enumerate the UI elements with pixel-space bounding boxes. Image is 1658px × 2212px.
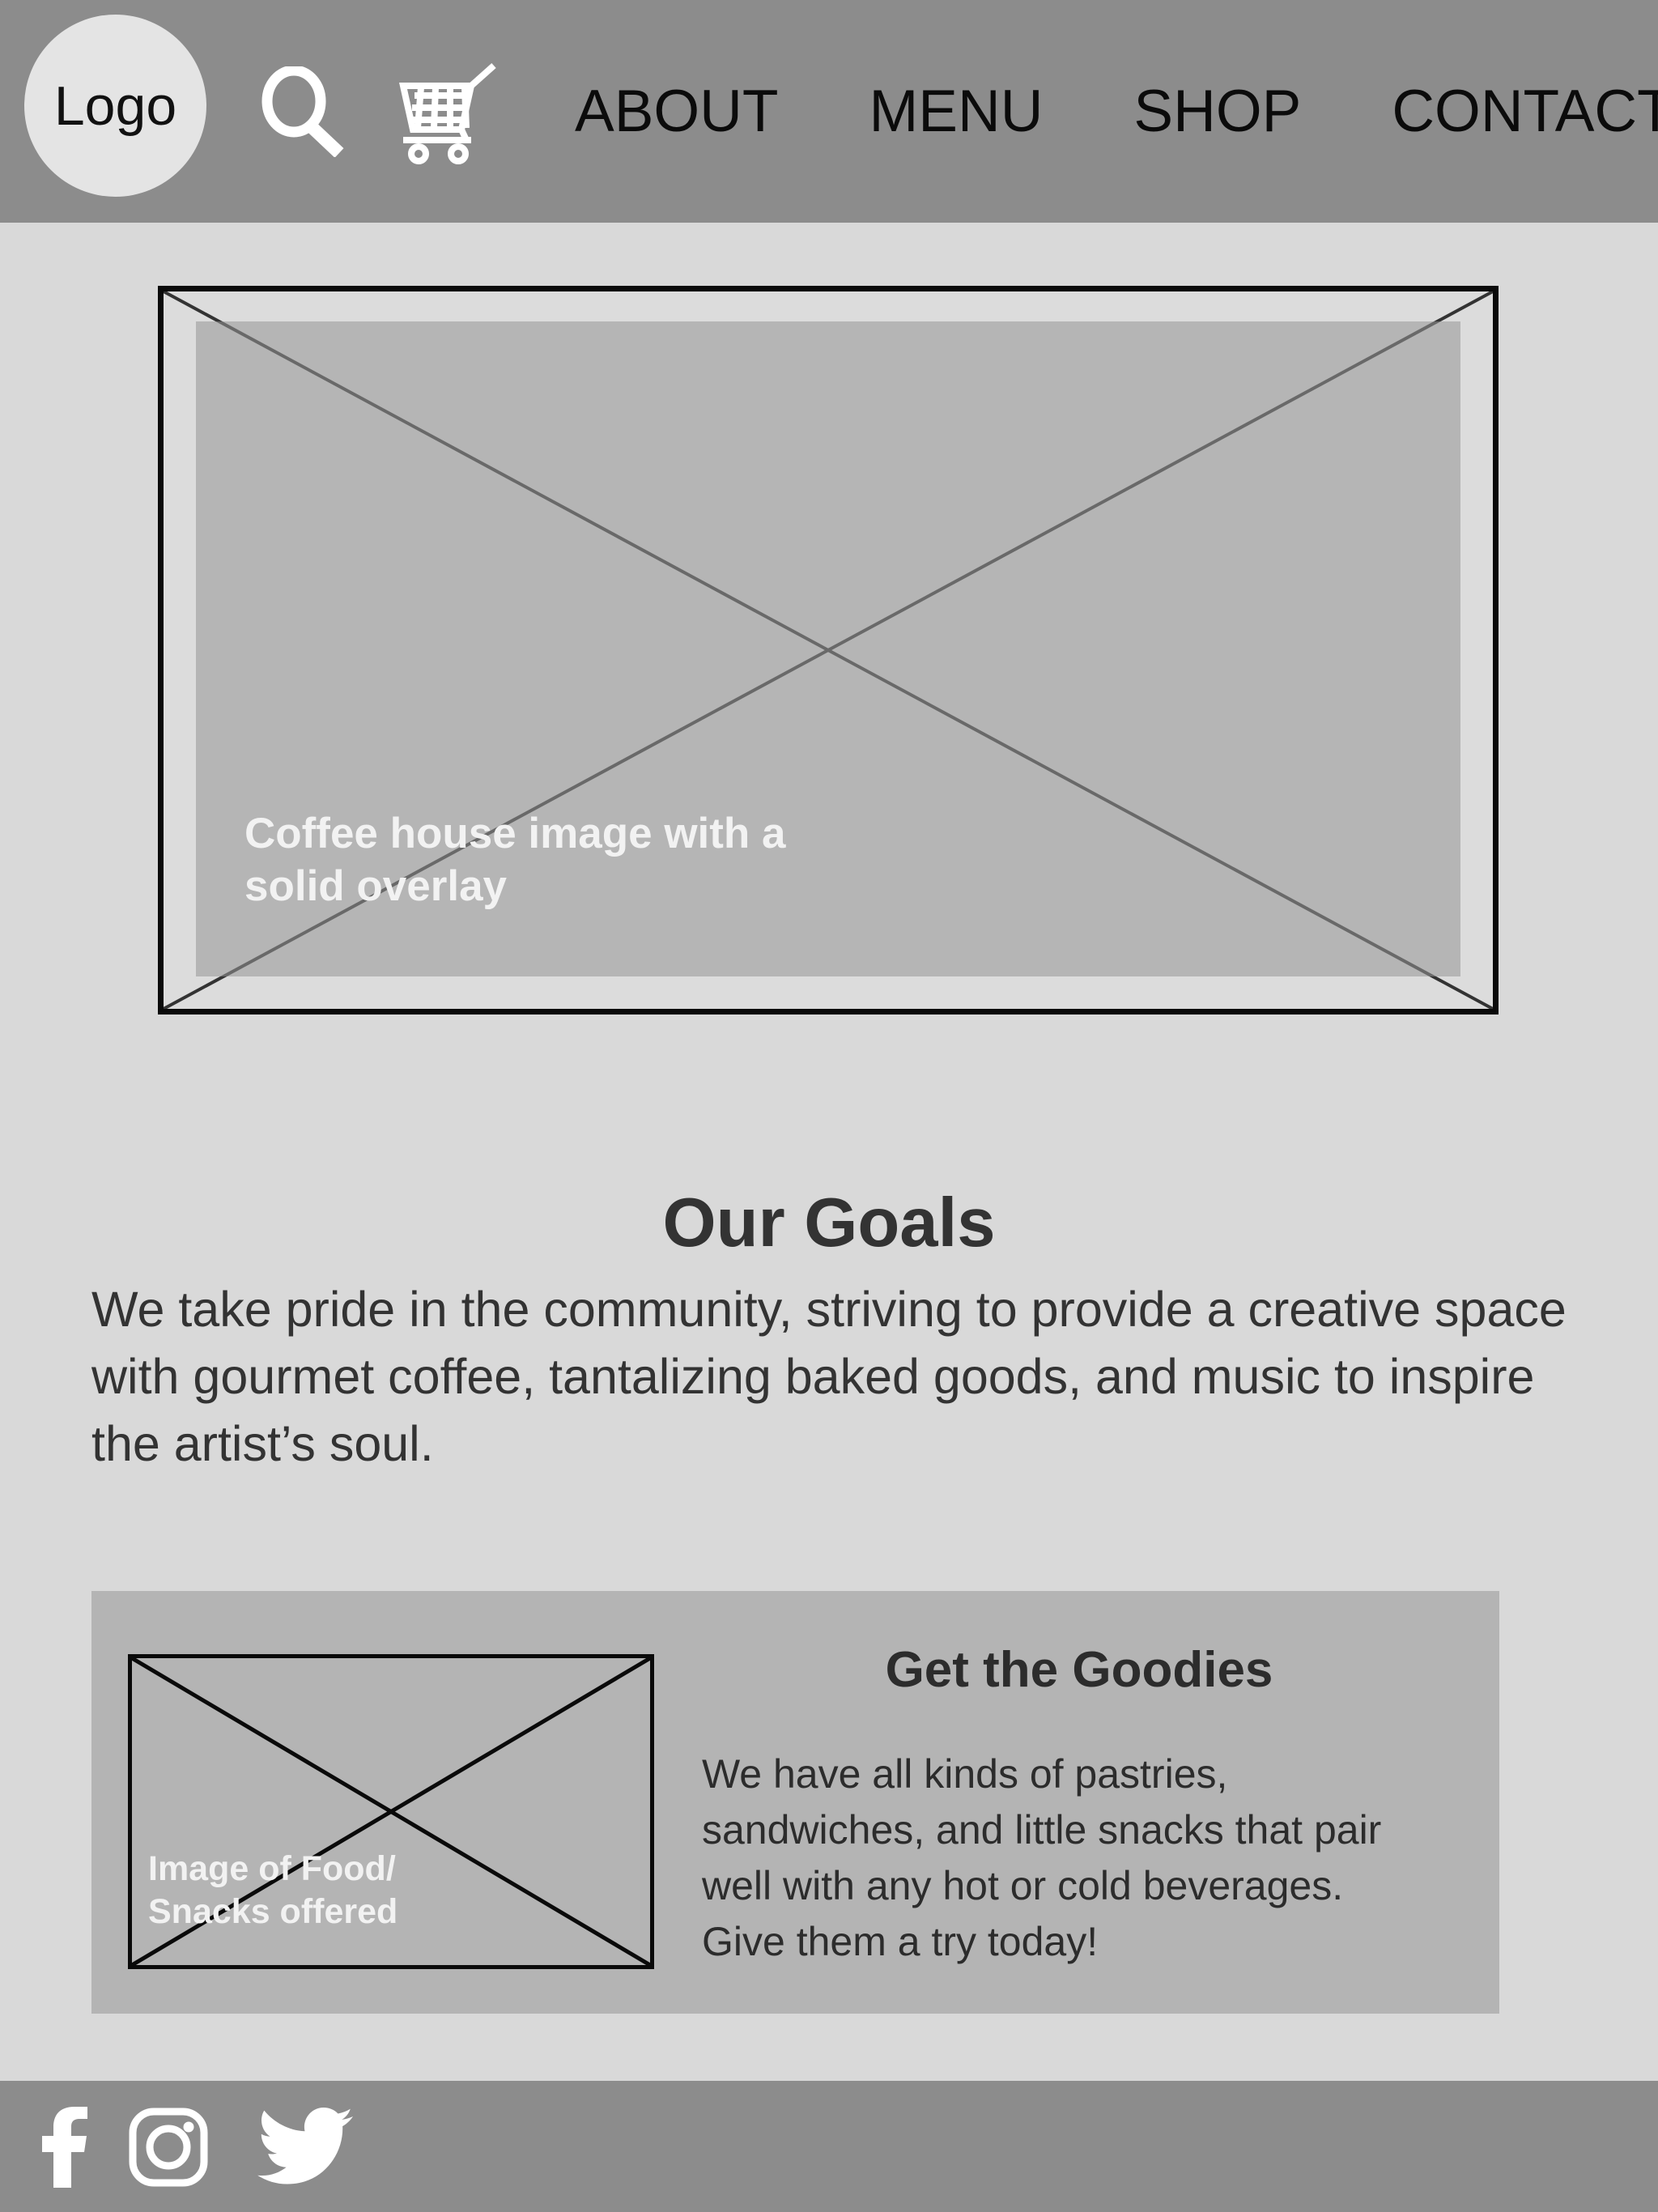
goodies-section: Image of Food/ Snacks offered Get the Go… bbox=[91, 1591, 1499, 2014]
twitter-icon[interactable] bbox=[257, 2107, 353, 2188]
nav-item-menu[interactable]: MENU bbox=[869, 78, 1043, 145]
site-footer bbox=[0, 2081, 1658, 2212]
hero-caption: Coffee house image with a solid overlay bbox=[244, 809, 786, 911]
goodies-image-placeholder[interactable]: Image of Food/ Snacks offered bbox=[128, 1654, 654, 1969]
goodies-image-label: Image of Food/ Snacks offered bbox=[148, 1848, 398, 1932]
search-icon[interactable] bbox=[257, 65, 346, 158]
goodies-content: Get the Goodies We have all kinds of pas… bbox=[691, 1591, 1468, 2014]
logo-label: Logo bbox=[53, 74, 177, 137]
goals-heading: Our Goals bbox=[662, 1185, 996, 1261]
hero-solid-overlay: Coffee house image with a solid overlay bbox=[196, 321, 1460, 976]
goals-body-text: We take pride in the community, striving… bbox=[91, 1282, 1567, 1471]
site-header: Logo ABOUT MENU SHOP CONTACT bbox=[0, 0, 1658, 223]
nav-item-shop[interactable]: SHOP bbox=[1133, 78, 1301, 145]
logo[interactable]: Logo bbox=[24, 15, 206, 197]
instagram-icon[interactable] bbox=[128, 2107, 209, 2188]
nav-item-contact[interactable]: CONTACT bbox=[1392, 78, 1658, 145]
wireframe-page: Logo ABOUT MENU SHOP CONTACT Coffee hous… bbox=[0, 0, 1658, 2212]
goodies-heading: Get the Goodies bbox=[885, 1642, 1273, 1698]
goodies-body-text: We have all kinds of pastries, sandwiche… bbox=[702, 1751, 1382, 1964]
shopping-cart-icon[interactable] bbox=[397, 63, 502, 164]
facebook-icon[interactable] bbox=[39, 2107, 89, 2188]
nav-item-about[interactable]: ABOUT bbox=[575, 78, 778, 145]
hero-image-placeholder[interactable]: Coffee house image with a solid overlay bbox=[158, 286, 1499, 1015]
main-navigation: ABOUT MENU SHOP CONTACT bbox=[575, 0, 1658, 223]
